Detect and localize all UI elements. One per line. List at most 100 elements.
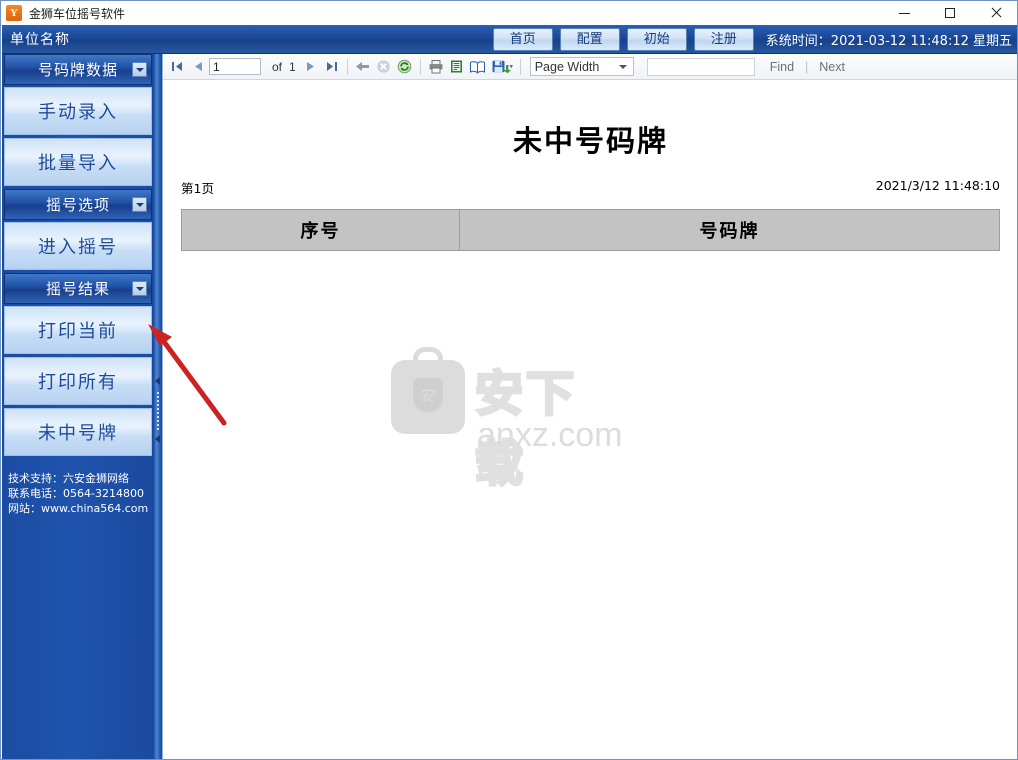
collapse-arrow-icon[interactable] [155, 377, 160, 385]
system-time-label: 系统时间：2021-03-12 11:48:12 星期五 [765, 33, 1012, 49]
refresh-icon [397, 59, 412, 74]
sidebar-group-label: 摇号选项 [45, 197, 110, 214]
report-toolbar: of 1 [163, 54, 1017, 80]
sidebar-support-info: 技术支持：六安金狮网络 联系电话：0564-3214800 网站：www.chi… [2, 466, 154, 522]
column-header-plate: 号码牌 [459, 209, 1000, 251]
close-button[interactable] [973, 1, 1017, 25]
sidebar-group-label: 号码牌数据 [37, 62, 118, 79]
watermark-badge-icon [391, 360, 465, 434]
config-button[interactable]: 配置 [559, 27, 620, 51]
stop-button [374, 57, 394, 77]
report-title: 未中号码牌 [512, 126, 668, 158]
page-setup-button[interactable] [447, 57, 467, 77]
chevron-down-icon [618, 64, 627, 69]
sidebar-item-label: 打印当前 [38, 321, 118, 341]
app-logo-icon: Y [6, 5, 22, 21]
watermark-text-domain: anxz.com [477, 416, 623, 454]
splitter-grip[interactable] [157, 392, 159, 430]
sidebar-group-header-number-plate-data[interactable]: 号码牌数据 [4, 54, 152, 85]
report-page-surface: 未中号码牌 第1页 2021/3/12 11:48:10 序号 号码牌 安 安下… [163, 80, 1017, 759]
sidebar-item-print-current[interactable]: 打印当前 [4, 306, 152, 354]
sidebar-item-label: 批量导入 [38, 153, 118, 173]
sidebar-item-label: 打印所有 [38, 372, 118, 392]
of-label: of [272, 59, 283, 74]
home-button[interactable]: 首页 [492, 27, 553, 51]
maximize-button[interactable] [927, 1, 973, 25]
watermark-shield-icon: 安 [413, 378, 443, 412]
sidebar-group-label: 摇号结果 [45, 281, 110, 298]
chevron-down-icon[interactable] [132, 281, 147, 296]
previous-page-button[interactable] [188, 57, 208, 77]
toolbar-separator [346, 58, 348, 75]
table-header-row: 序号 号码牌 [180, 209, 1000, 251]
report-timestamp: 2021/3/12 11:48:10 [875, 178, 1000, 193]
print-layout-button[interactable] [468, 57, 488, 77]
chevron-down-icon[interactable] [132, 62, 147, 77]
application-header: 单位名称 首页 配置 初始 注册 系统时间：2021-03-12 11:48:1… [2, 25, 1017, 54]
sidebar-splitter[interactable] [154, 54, 162, 759]
next-page-button[interactable] [301, 57, 321, 77]
page-setup-icon [451, 60, 463, 73]
website-line: 网站：www.china564.com [8, 502, 149, 515]
application-window: Y 金狮车位摇号软件 单位名称 首页 配置 初始 注册 系统时间：2021-03… [0, 0, 1018, 760]
close-icon [990, 7, 1002, 19]
print-layout-icon [470, 60, 486, 74]
back-button[interactable] [353, 57, 373, 77]
zoom-value-label: Page Width [534, 59, 600, 74]
chevron-down-icon[interactable] [132, 197, 147, 212]
sidebar-item-enter-lottery[interactable]: 进入摇号 [4, 222, 152, 270]
watermark-text-cn: 安下载 [474, 367, 578, 493]
header-actions: 首页 配置 初始 注册 系统时间：2021-03-12 11:48:12 星期五 [492, 27, 1012, 51]
find-input[interactable] [646, 57, 755, 76]
register-button[interactable]: 注册 [693, 27, 754, 51]
window-title: 金狮车位摇号软件 [29, 6, 126, 21]
report-viewer-panel: of 1 [162, 54, 1017, 759]
report-subheader: 第1页 2021/3/12 11:48:10 [163, 160, 1017, 197]
last-page-icon [327, 62, 338, 71]
zoom-select[interactable]: Page Width [529, 57, 634, 76]
print-icon [429, 60, 443, 74]
page-count-label: 1 [289, 59, 296, 74]
sidebar-item-print-all[interactable]: 打印所有 [4, 357, 152, 405]
report-table: 序号 号码牌 [180, 209, 1000, 251]
first-page-icon [171, 62, 182, 71]
sidebar-item-unselected-plates[interactable]: 未中号牌 [4, 408, 152, 456]
watermark-handle-icon [413, 347, 443, 365]
next-link[interactable]: Next [819, 60, 845, 74]
first-page-button[interactable] [167, 57, 187, 77]
back-arrow-icon [356, 62, 370, 71]
refresh-button[interactable] [395, 57, 415, 77]
link-separator: | [805, 59, 809, 74]
column-header-sequence: 序号 [180, 209, 461, 251]
sidebar-group-header-lottery-options[interactable]: 摇号选项 [4, 189, 152, 220]
window-titlebar: Y 金狮车位摇号软件 [1, 1, 1017, 26]
report-page-label: 第1页 [181, 181, 214, 196]
init-button[interactable]: 初始 [626, 27, 687, 51]
stop-icon [377, 60, 391, 73]
minimize-button[interactable] [881, 1, 927, 25]
company-name-label: 单位名称 [10, 31, 70, 47]
sidebar-item-label: 进入摇号 [38, 237, 118, 257]
sidebar-item-batch-import[interactable]: 批量导入 [4, 138, 152, 186]
sidebar-item-label: 手动录入 [38, 102, 118, 122]
toolbar-separator [419, 58, 421, 75]
maximize-icon [945, 8, 955, 18]
window-controls [881, 1, 1017, 25]
minimize-icon [898, 12, 910, 14]
last-page-button[interactable] [322, 57, 342, 77]
export-button[interactable] [489, 57, 515, 77]
find-link[interactable]: Find [770, 60, 794, 74]
phone-line: 联系电话：0564-3214800 [8, 487, 144, 500]
sidebar-item-label: 未中号牌 [38, 423, 118, 443]
sidebar-navigation: 号码牌数据 手动录入 批量导入 摇号选项 进入摇号 摇号结果 打印当前 打印所有… [2, 54, 154, 759]
sidebar-group-header-lottery-results[interactable]: 摇号结果 [4, 273, 152, 304]
watermark: 安 安下载 anxz.com [391, 347, 623, 493]
sidebar-item-manual-entry[interactable]: 手动录入 [4, 87, 152, 135]
previous-page-icon [194, 62, 202, 71]
toolbar-separator [519, 58, 521, 75]
export-save-icon [492, 60, 513, 74]
collapse-arrow-icon[interactable] [155, 435, 160, 443]
next-page-icon [307, 62, 315, 71]
print-button[interactable] [426, 57, 446, 77]
page-number-input[interactable] [209, 58, 261, 75]
